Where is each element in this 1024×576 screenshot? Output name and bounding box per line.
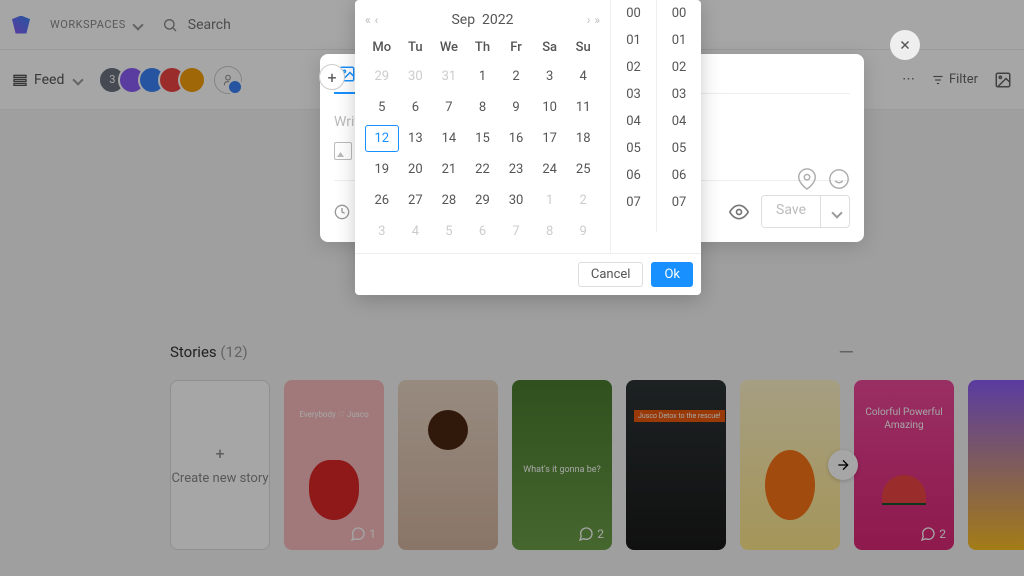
preview-icon[interactable] [729,202,749,222]
dow-label: We [432,36,466,59]
calendar-day[interactable]: 2 [566,187,600,214]
calendar-day[interactable]: 17 [533,125,567,152]
minute-option[interactable]: 00 [657,0,701,27]
calendar-day[interactable]: 16 [499,125,533,152]
single-right-icon: › [587,13,591,27]
calendar-day[interactable]: 18 [566,125,600,152]
minute-option[interactable]: 07 [657,189,701,216]
calendar-grid: MoTuWeThFrSaSu29303112345678910111213141… [365,36,600,245]
calendar-day[interactable]: 12 [365,125,399,152]
image-attachment-icon[interactable] [334,142,352,160]
calendar-day[interactable]: 8 [466,94,500,121]
calendar: «‹ Sep 2022 ›» MoTuWeThFrSaSu29303112345… [355,0,610,253]
calendar-day[interactable]: 2 [499,63,533,90]
next-nav[interactable]: ›» [587,13,600,27]
picker-body: «‹ Sep 2022 ›» MoTuWeThFrSaSu29303112345… [355,0,701,253]
calendar-header: «‹ Sep 2022 ›» [365,8,600,36]
compose-actions [796,168,850,190]
ok-button[interactable]: Ok [651,262,693,287]
calendar-day[interactable]: 28 [432,187,466,214]
calendar-day[interactable]: 30 [399,63,433,90]
save-dropdown[interactable] [820,196,849,227]
hour-option[interactable]: 04 [611,108,656,135]
hours-column[interactable]: 0001020304050607 [611,0,656,232]
calendar-day[interactable]: 10 [533,94,567,121]
single-left-icon: ‹ [375,13,379,27]
cancel-button[interactable]: Cancel [578,262,644,287]
calendar-day[interactable]: 4 [566,63,600,90]
double-left-icon: « [365,13,371,27]
calendar-day[interactable]: 1 [466,63,500,90]
calendar-day[interactable]: 5 [365,94,399,121]
minute-option[interactable]: 01 [657,27,701,54]
dow-label: Tu [399,36,433,59]
emoji-icon[interactable] [828,168,850,190]
save-group: Save [761,195,850,228]
calendar-day[interactable]: 7 [432,94,466,121]
datetime-picker: «‹ Sep 2022 ›» MoTuWeThFrSaSu29303112345… [355,0,701,295]
close-button[interactable] [890,30,920,60]
dow-label: Mo [365,36,399,59]
hour-option[interactable]: 03 [611,81,656,108]
calendar-day[interactable]: 9 [566,218,600,245]
calendar-day[interactable]: 19 [365,156,399,183]
calendar-day[interactable]: 29 [365,63,399,90]
calendar-day[interactable]: 1 [533,187,567,214]
save-button[interactable]: Save [762,196,820,227]
hour-option[interactable]: 06 [611,162,656,189]
calendar-day[interactable]: 24 [533,156,567,183]
close-icon [898,38,912,52]
calendar-day[interactable]: 29 [466,187,500,214]
location-icon[interactable] [796,168,818,190]
time-columns: 0001020304050607 0001020304050607 [610,0,701,253]
calendar-day[interactable]: 9 [499,94,533,121]
calendar-day[interactable]: 27 [399,187,433,214]
clock-icon [334,204,350,220]
calendar-day[interactable]: 15 [466,125,500,152]
calendar-day[interactable]: 5 [432,218,466,245]
month-label[interactable]: Sep [451,12,475,28]
calendar-day[interactable]: 3 [533,63,567,90]
hour-option[interactable]: 02 [611,54,656,81]
minute-option[interactable]: 02 [657,54,701,81]
calendar-day[interactable]: 3 [365,218,399,245]
calendar-day[interactable]: 23 [499,156,533,183]
calendar-day[interactable]: 4 [399,218,433,245]
calendar-title: Sep 2022 [451,12,513,28]
minute-option[interactable]: 03 [657,81,701,108]
calendar-day[interactable]: 22 [466,156,500,183]
minute-option[interactable]: 06 [657,162,701,189]
calendar-day[interactable]: 21 [432,156,466,183]
calendar-day[interactable]: 6 [399,94,433,121]
hour-option[interactable]: 05 [611,135,656,162]
dow-label: Su [566,36,600,59]
add-button[interactable]: + [319,64,345,90]
minutes-column[interactable]: 0001020304050607 [656,0,701,232]
dow-label: Sa [533,36,567,59]
calendar-day[interactable]: 31 [432,63,466,90]
hour-option[interactable]: 07 [611,189,656,216]
calendar-day[interactable]: 8 [533,218,567,245]
chevron-down-icon [831,207,842,218]
minute-option[interactable]: 04 [657,108,701,135]
calendar-day[interactable]: 14 [432,125,466,152]
dow-label: Th [466,36,500,59]
prev-nav[interactable]: «‹ [365,13,378,27]
calendar-day[interactable]: 26 [365,187,399,214]
hour-option[interactable]: 01 [611,27,656,54]
dow-label: Fr [499,36,533,59]
calendar-day[interactable]: 6 [466,218,500,245]
calendar-day[interactable]: 11 [566,94,600,121]
minute-option[interactable]: 05 [657,135,701,162]
calendar-day[interactable]: 7 [499,218,533,245]
schedule-right: Save [729,195,850,228]
year-label[interactable]: 2022 [482,12,513,28]
calendar-day[interactable]: 20 [399,156,433,183]
double-right-icon: » [594,13,600,27]
calendar-day[interactable]: 25 [566,156,600,183]
picker-footer: Cancel Ok [355,253,701,295]
hour-option[interactable]: 00 [611,0,656,27]
calendar-day[interactable]: 30 [499,187,533,214]
calendar-day[interactable]: 13 [399,125,433,152]
